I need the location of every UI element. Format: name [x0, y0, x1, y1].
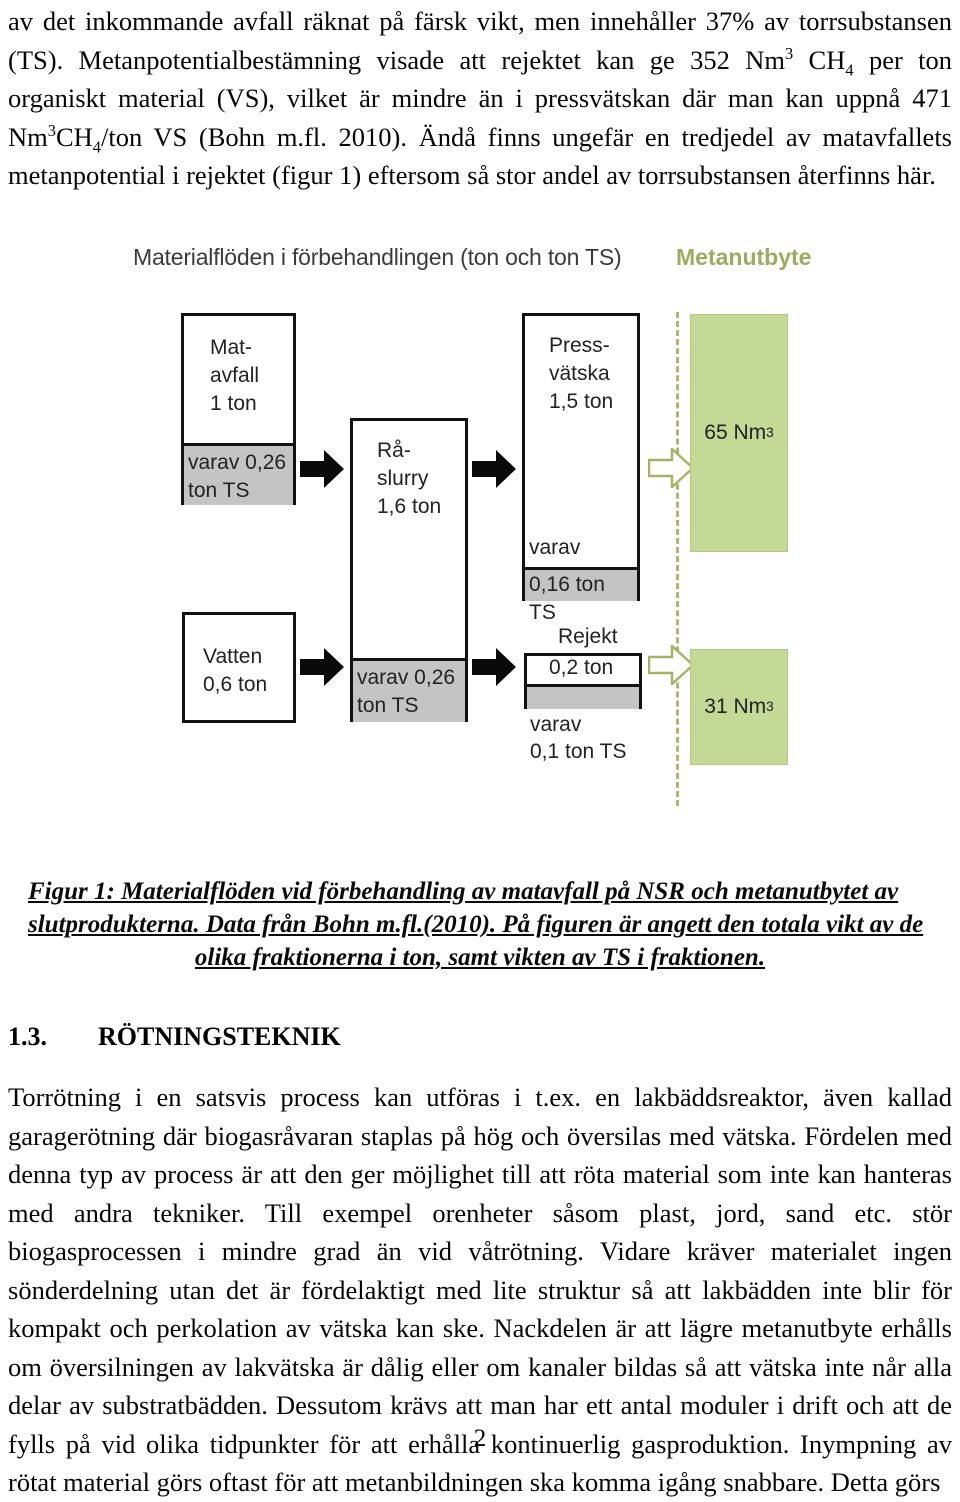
- arrow-rejekt-to-yield: [647, 643, 695, 687]
- yield-box-rejekt: 31 Nm 3: [690, 649, 788, 765]
- intro-paragraph: av det inkommande avfall räknat på färsk…: [8, 2, 952, 195]
- box-pressvatska: Press- vätska 1,5 ton varav 0,16 ton TS: [522, 313, 640, 624]
- intro-sup-nm3-b: 3: [47, 120, 56, 140]
- intro-line-2c: per ton: [853, 44, 952, 75]
- divider-dashed-line: [676, 312, 679, 806]
- yield-box-pressvatska: 65 Nm 3: [690, 314, 788, 552]
- box-vatten-text: Vatten 0,6 ton: [203, 645, 268, 696]
- box-rejekt: 0,2 ton: [524, 653, 642, 709]
- arrow-matavfall-to-raslurry: [300, 450, 344, 488]
- box-matavfall-text: Mat- avfall 1 ton: [210, 336, 260, 415]
- intro-line-4c: /ton VS (Bohn m.fl. 2010). Ändå finns un…: [101, 121, 952, 152]
- section-number: 1.3.: [8, 1022, 47, 1051]
- figure-caption: Figur 1: Materialflöden vid förbehandlin…: [28, 875, 932, 974]
- caption-line-3: olika fraktionerna i ton, samt vikten av…: [194, 944, 766, 971]
- arrow-pressvatska-to-yield: [647, 446, 695, 490]
- document-page: av det inkommande avfall räknat på färsk…: [0, 0, 960, 1497]
- box-raslurry-text: Rå- slurry 1,6 ton: [377, 439, 442, 518]
- intro-line-1: av det inkommande avfall räknat på färsk…: [8, 6, 952, 36]
- box-rejekt-below-text: varav 0,1 ton TS: [530, 713, 627, 763]
- figure-1-diagram: Materialflöden i förbehandlingen (ton oc…: [0, 228, 960, 848]
- page-number: 2: [473, 1425, 487, 1452]
- figure-title-metanutbyte: Metanutbyte: [676, 244, 812, 270]
- caption-line-1: Figur 1: Materialflöden vid förbehandlin…: [28, 878, 899, 905]
- intro-line-2b: CH: [793, 44, 846, 75]
- box-rejekt-text: 0,2 ton: [549, 656, 614, 679]
- box-raslurry-ts-band: varav 0,26 ton TS: [353, 658, 465, 722]
- box-pressvatska-varav-label: varav: [529, 536, 581, 559]
- yield-pressvatska-value: 65 Nm: [704, 421, 767, 444]
- box-rejekt-ts-band: [527, 684, 639, 709]
- intro-sub-ch4-a: 4: [845, 59, 854, 79]
- intro-line-5: metanpotential i rejektet (figur 1) efte…: [8, 160, 936, 190]
- box-matavfall: Mat- avfall 1 ton varav 0,26 ton TS: [181, 313, 296, 505]
- caption-line-2: slutprodukterna. Data från Bohn m.fl.(20…: [28, 911, 924, 938]
- intro-line-2a: (TS). Metanpotentialbestämning visade at…: [8, 44, 785, 75]
- yield-rejekt-value: 31 Nm: [704, 695, 767, 718]
- intro-line-4b: CH: [55, 121, 93, 152]
- box-pressvatska-ts-band: 0,16 ton TS: [525, 567, 637, 624]
- box-matavfall-ts-band: varav 0,26 ton TS: [184, 443, 293, 505]
- arrow-raslurry-to-rejekt: [472, 648, 516, 686]
- arrow-vatten-to-raslurry: [300, 648, 344, 686]
- intro-line-3: organiskt material (VS), vilket är mindr…: [8, 83, 952, 113]
- box-rejekt-label: Rejekt: [558, 625, 618, 648]
- box-pressvatska-text: Press- vätska 1,5 ton: [549, 334, 614, 413]
- box-vatten: Vatten 0,6 ton: [182, 612, 296, 723]
- arrow-raslurry-to-pressvatska: [472, 450, 516, 488]
- intro-sup-nm3-a: 3: [784, 43, 794, 63]
- intro-line-4a: Nm: [8, 121, 48, 152]
- section-heading: 1.3. RÖTNINGSTEKNIK: [8, 1022, 341, 1052]
- section-title: RÖTNINGSTEKNIK: [98, 1022, 341, 1051]
- intro-sub-ch4-b: 4: [92, 136, 102, 156]
- figure-title-materialfloden: Materialflöden i förbehandlingen (ton oc…: [133, 244, 622, 270]
- box-raslurry: Rå- slurry 1,6 ton varav 0,26 ton TS: [350, 418, 468, 722]
